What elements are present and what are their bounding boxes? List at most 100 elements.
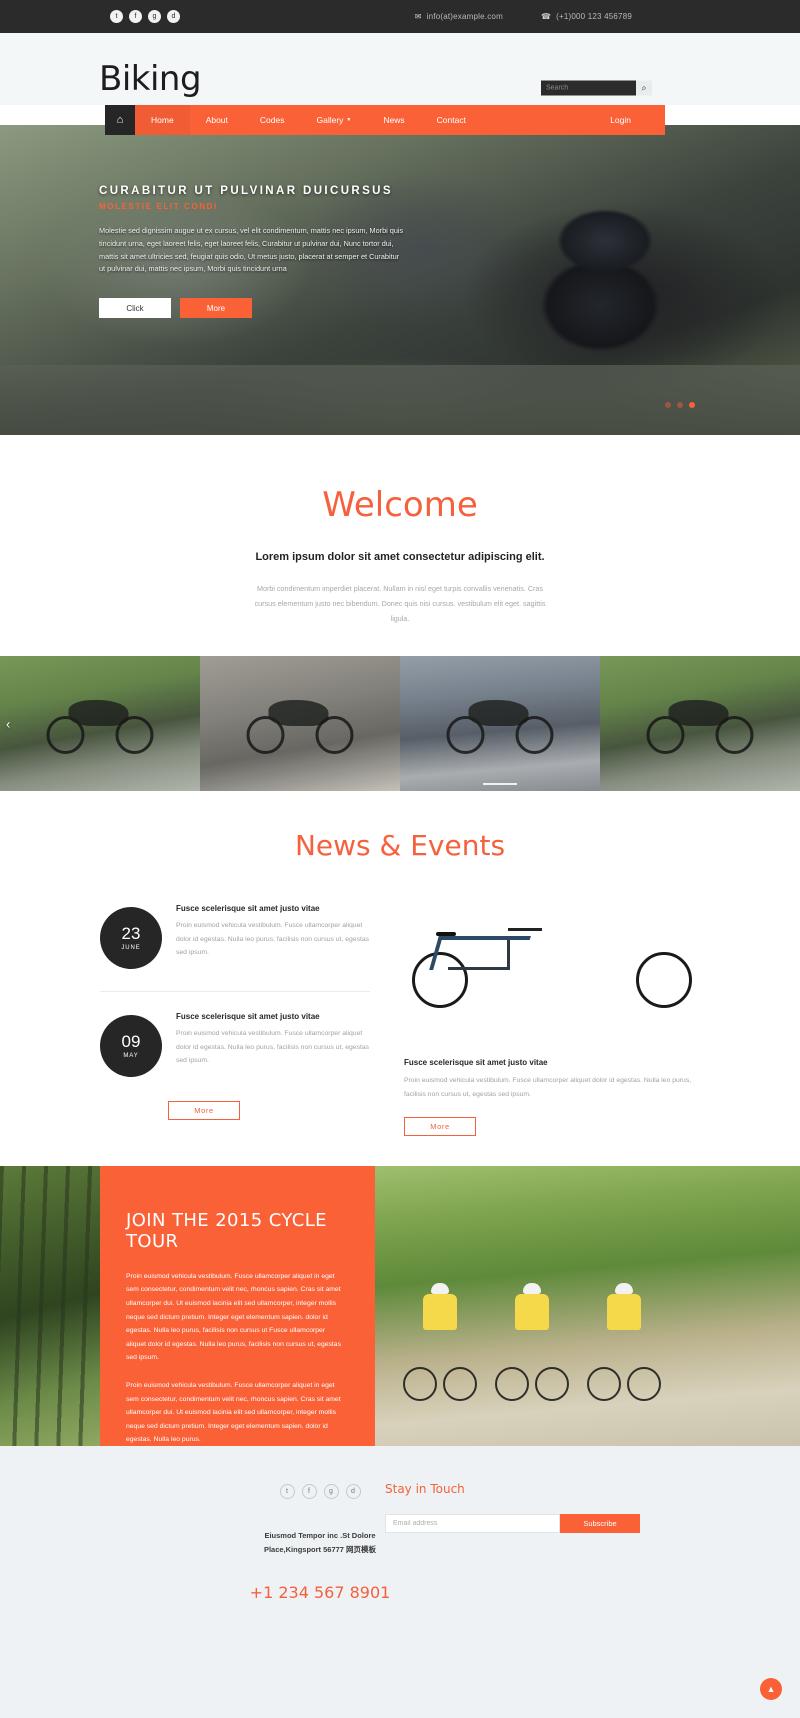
hero-click-button[interactable]: Click [99,298,171,319]
nav-item-news[interactable]: News [367,105,420,135]
cyclist-figure [401,1283,479,1402]
newsletter-subscribe-button[interactable]: Subscribe [560,1513,640,1533]
cta-paragraph-1: Proin euismod vehicula vestibulum. Fusce… [126,1272,341,1362]
nav-item-gallery-label: Gallery [316,115,344,125]
facebook-icon[interactable]: f [129,10,142,23]
newsletter-title: Stay in Touch [385,1481,465,1496]
news-item: 23 JUNE Fusce scelerisque sit amet justo… [100,904,370,991]
cta-paragraph-2: Proin euismod vehicula vestibulum. Fusce… [126,1382,341,1444]
nav-item-home[interactable]: Home [135,105,190,135]
hero-dot-3[interactable] [689,402,695,408]
carousel-slide-1[interactable] [0,656,200,792]
news-item: 09 MAY Fusce scelerisque sit amet justo … [100,1012,370,1099]
hero-slider-dots [665,402,695,408]
nav-item-about[interactable]: About [190,105,244,135]
nav-item-contact[interactable]: Contact [421,105,482,135]
news-date-day: 23 [121,924,141,944]
news-date-day: 09 [121,1032,141,1052]
news-feature-heading: Fusce scelerisque sit amet justo vitae [404,1058,548,1068]
hero-content: CURABITUR UT PULVINAR DUICURSUS MOLESTIE… [99,185,404,319]
envelope-icon: ✉ [414,12,422,21]
image-carousel: ‹ [0,656,800,792]
newsletter-email-input[interactable] [385,1513,560,1533]
cta-section: JOIN THE 2015 CYCLE TOUR Proin euismod v… [0,1165,800,1446]
topbar-phone[interactable]: ☎ (+1)000 123 456789 [541,12,632,21]
footer-address-line-2: Place,Kingsport 56777 网页模板 [263,1545,377,1555]
scroll-to-top-button[interactable]: ▲ [760,1677,782,1700]
footer-address: Eiusmod Tempor inc .St Dolore Place,King… [0,1529,800,1558]
arrow-up-icon: ▲ [766,1683,776,1694]
phone-icon: ☎ [540,12,552,21]
facebook-icon[interactable]: f [301,1483,317,1499]
nav-home-button[interactable]: ⌂ [105,105,135,135]
top-bar: t f g d ✉ info(at)example.com ☎ (+1)000 … [0,0,800,33]
carousel-prev-icon[interactable]: ‹ [6,716,10,731]
news-date-month: JUNE [121,945,141,952]
topbar-phone-text: (+1)000 123 456789 [556,12,632,21]
hero-dot-2[interactable] [677,402,683,408]
news-feature: Fusce scelerisque sit amet justo vitae P… [404,904,700,1136]
news-date-month: MAY [123,1053,139,1060]
cta-content: JOIN THE 2015 CYCLE TOUR Proin euismod v… [100,1165,375,1446]
carousel-progress-bar [483,783,517,786]
welcome-section: Welcome Lorem ipsum dolor sit amet conse… [0,435,800,657]
hero-dot-1[interactable] [665,402,671,408]
hero-title: CURABITUR UT PULVINAR DUICURSUS [99,185,393,197]
news-list: 23 JUNE Fusce scelerisque sit amet justo… [100,904,370,1136]
site-logo[interactable]: Biking [99,59,202,99]
cyclist-figure [585,1283,663,1402]
topbar-contact: ✉ info(at)example.com ☎ (+1)000 123 4567… [415,12,632,21]
cyclist-figure [493,1283,571,1402]
search-box: ⌕ [541,80,652,96]
topbar-email[interactable]: ✉ info(at)example.com [415,12,503,21]
googleplus-icon[interactable]: g [148,10,161,23]
home-icon: ⌂ [116,114,124,126]
nav-item-codes[interactable]: Codes [244,105,301,135]
nav-item-gallery[interactable]: Gallery ▼ [300,105,367,135]
topbar-email-text: info(at)example.com [426,12,503,21]
hero-more-button[interactable]: More [180,298,252,319]
topbar-social-list: t f g d [110,10,180,23]
news-section-title: News & Events [294,829,506,863]
site-header: Biking ⌕ [0,33,800,105]
search-button[interactable]: ⌕ [636,80,652,96]
news-date-badge: 09 MAY [100,1015,162,1078]
cta-right-image [375,1165,800,1446]
welcome-title: Welcome [322,485,478,525]
googleplus-icon[interactable]: g [323,1483,339,1499]
twitter-icon[interactable]: t [279,1483,295,1499]
hero-subtitle: MOLESTIE ELIT CONDI [99,202,218,211]
nav-login-wrap: Login [594,105,665,135]
news-feature-more-button[interactable]: More [404,1116,476,1136]
news-divider [100,991,370,993]
hero-slider: CURABITUR UT PULVINAR DUICURSUS MOLESTIE… [0,125,800,435]
twitter-icon[interactable]: t [110,10,123,23]
site-footer: t f g d Eiusmod Tempor inc .St Dolore Pl… [0,1445,800,1718]
newsletter-section: Stay in Touch Subscribe [385,1482,650,1533]
news-item-text: Proin euismod vehicula vestibulum. Fusce… [176,922,370,956]
news-more-button[interactable]: More [168,1101,240,1121]
search-icon: ⌕ [641,82,647,93]
news-item-text: Proin euismod vehicula vestibulum. Fusce… [176,1030,370,1064]
newsletter-form: Subscribe [385,1513,650,1533]
search-input[interactable] [541,80,636,96]
welcome-paragraph: Morbi condimentum imperdiet placerat. Nu… [254,584,546,624]
dribbble-icon[interactable]: d [167,10,180,23]
cta-heading: JOIN THE 2015 CYCLE TOUR [126,1209,327,1252]
news-feature-text: Proin euismod vehicula vestibulum. Fusce… [404,1077,692,1098]
nav-item-login[interactable]: Login [594,105,647,135]
carousel-slide-2[interactable] [200,656,400,792]
hero-paragraph: Molestie sed dignissim augue ut ex cursu… [99,226,404,274]
news-date-badge: 23 JUNE [100,907,162,970]
chevron-down-icon: ▼ [346,117,352,123]
nav-items: Home About Codes Gallery ▼ News Contact [135,105,482,135]
carousel-slide-3[interactable] [400,656,600,792]
cta-left-image [0,1165,100,1446]
bicycle-photo [404,906,700,1016]
footer-phone: +1 234 567 8901 [249,1583,391,1603]
main-navigation: ⌂ Home About Codes Gallery ▼ News Contac… [105,105,665,135]
hero-buttons: Click More [99,298,404,319]
news-section: News & Events 23 JUNE Fusce scelerisque … [0,791,800,1166]
carousel-slide-4[interactable] [600,656,800,792]
dribbble-icon[interactable]: d [345,1483,361,1499]
